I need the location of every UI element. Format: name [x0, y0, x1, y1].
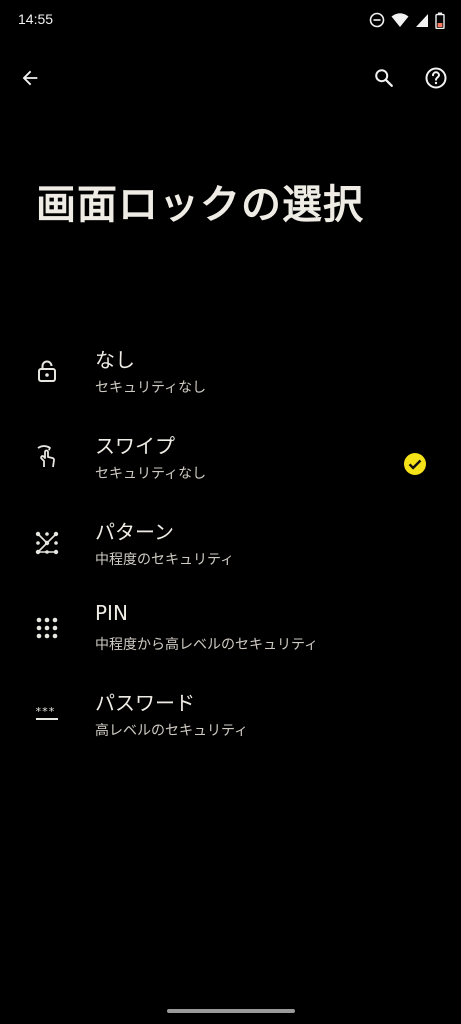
- search-icon: [373, 67, 395, 93]
- option-title: スワイプ: [95, 434, 175, 458]
- page-title: 画面ロックの選択: [36, 182, 364, 228]
- lock-open-icon: [34, 358, 60, 384]
- help-icon: [424, 66, 448, 94]
- password-icon: ***: [34, 701, 60, 727]
- option-title: PIN: [95, 601, 128, 625]
- gesture-nav-handle[interactable]: [167, 1009, 295, 1013]
- option-subtitle: セキュリティなし: [95, 466, 207, 482]
- option-title: なし: [95, 348, 135, 372]
- wifi-icon: [391, 12, 409, 28]
- search-button[interactable]: [364, 60, 404, 100]
- option-subtitle: 中程度のセキュリティ: [95, 552, 235, 568]
- option-title: パターン: [95, 520, 174, 544]
- back-button[interactable]: [10, 60, 50, 100]
- option-password[interactable]: *** パスワード 高レベルのセキュリティ: [0, 677, 461, 757]
- option-pattern[interactable]: パターン 中程度のセキュリティ: [0, 506, 461, 586]
- status-bar: 14:55: [0, 0, 461, 40]
- option-subtitle: 中程度から高レベルのセキュリティ: [95, 637, 319, 653]
- arrow-back-icon: [19, 67, 41, 93]
- option-title: パスワード: [95, 691, 195, 715]
- check-circle-icon: [403, 452, 427, 476]
- status-icons: [369, 11, 445, 29]
- pattern-icon: [34, 530, 60, 556]
- status-time: 14:55: [18, 11, 54, 27]
- option-swipe[interactable]: スワイプ セキュリティなし: [0, 420, 461, 500]
- svg-text:***: ***: [35, 706, 55, 718]
- option-subtitle: 高レベルのセキュリティ: [95, 723, 249, 739]
- option-subtitle: セキュリティなし: [95, 380, 207, 396]
- signal-icon: [415, 12, 429, 28]
- pin-icon: [34, 615, 60, 641]
- option-pin[interactable]: PIN 中程度から高レベルのセキュリティ: [0, 591, 461, 671]
- do-not-disturb-icon: [369, 12, 385, 28]
- battery-icon: [435, 12, 445, 29]
- swipe-icon: [34, 444, 60, 470]
- help-button[interactable]: [416, 60, 456, 100]
- top-app-bar: [0, 58, 461, 102]
- option-none[interactable]: なし セキュリティなし: [0, 334, 461, 414]
